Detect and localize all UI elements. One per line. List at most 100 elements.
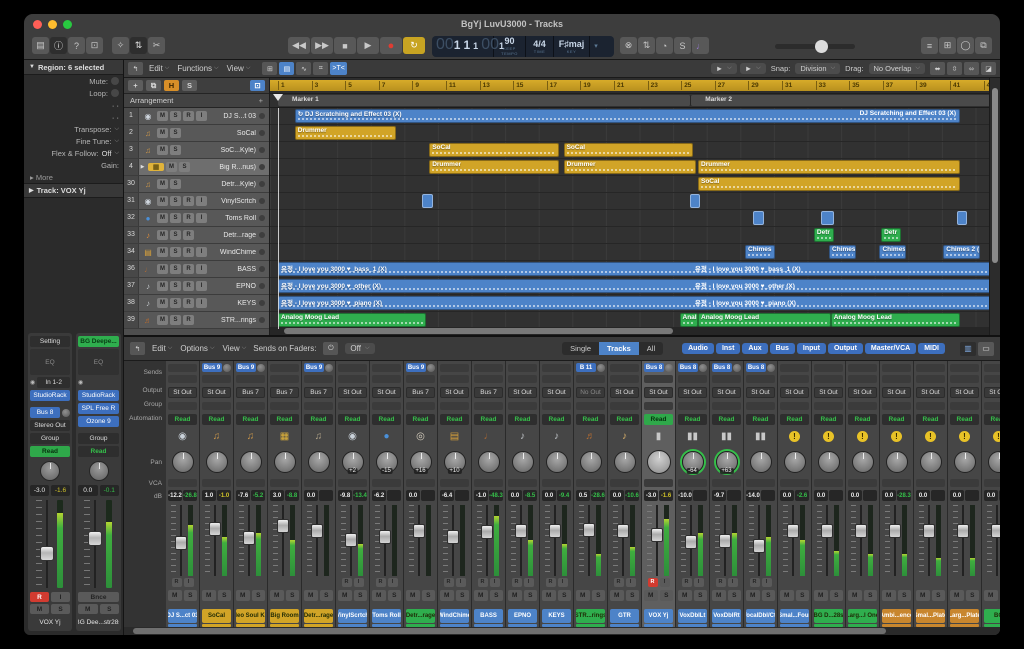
input-monitor-button[interactable]: I bbox=[196, 111, 207, 121]
send-slot[interactable] bbox=[440, 375, 469, 383]
arrangement-track-header[interactable]: Arrangement + bbox=[124, 94, 269, 108]
vca-slot[interactable] bbox=[270, 479, 299, 487]
sends-on-faders-power-icon[interactable]: ⏻ bbox=[323, 342, 338, 355]
group-slot[interactable] bbox=[678, 402, 707, 410]
automation-mode-button[interactable]: Read bbox=[440, 414, 469, 425]
track-name[interactable]: Toms Roll bbox=[209, 215, 259, 222]
solo-button[interactable]: S bbox=[388, 590, 402, 601]
automation-mode-button[interactable]: Read bbox=[678, 414, 707, 425]
fader-handle[interactable] bbox=[855, 524, 867, 538]
group-slot[interactable] bbox=[916, 402, 945, 410]
track-on-indicator[interactable] bbox=[259, 215, 265, 221]
solo-button[interactable]: S bbox=[286, 590, 300, 601]
mixer-channel-strip[interactable]: St OutRead●-15-6.2·RIMSToms Roll bbox=[370, 361, 404, 627]
solo-button[interactable]: S bbox=[170, 145, 181, 155]
forward-button[interactable]: ▶▶ bbox=[311, 37, 333, 54]
channel-fader[interactable] bbox=[508, 503, 537, 578]
group-slot[interactable] bbox=[406, 402, 435, 410]
region[interactable]: Analog Moog Lead bbox=[831, 313, 960, 327]
pan-knob[interactable] bbox=[40, 461, 60, 481]
pan-knob[interactable] bbox=[614, 451, 636, 473]
input-monitor-button[interactable]: I bbox=[490, 578, 500, 587]
secondary-tool-dropdown[interactable]: ►⌵ bbox=[740, 63, 766, 74]
vca-slot[interactable] bbox=[576, 479, 605, 487]
mute-button[interactable]: M bbox=[508, 590, 522, 601]
mute-button[interactable]: M bbox=[157, 281, 168, 291]
channel-name[interactable]: KEYS bbox=[542, 609, 571, 623]
record-enable-button[interactable]: R bbox=[183, 281, 194, 291]
channel-name[interactable]: VOX Yj bbox=[644, 609, 673, 623]
automation-mode-button[interactable]: Read bbox=[882, 414, 911, 425]
volume-readout[interactable]: 0.0 bbox=[780, 490, 794, 501]
output-selector[interactable]: St Out bbox=[712, 387, 741, 398]
send-slot[interactable] bbox=[270, 375, 299, 383]
vca-slot[interactable] bbox=[814, 479, 843, 487]
pan-knob[interactable] bbox=[308, 451, 330, 473]
output-selector[interactable]: St Out bbox=[746, 387, 775, 398]
track-lane[interactable] bbox=[270, 193, 989, 210]
duplicate-track-button[interactable]: ⧉ bbox=[146, 80, 161, 91]
region[interactable]: Chimes bbox=[829, 245, 856, 259]
volume-readout[interactable]: -10.0 bbox=[678, 490, 692, 501]
region[interactable]: Drummer bbox=[295, 126, 396, 140]
volume-readout[interactable]: 0.0 bbox=[814, 490, 828, 501]
pan-knob[interactable] bbox=[478, 451, 500, 473]
channel-name[interactable]: STR...rings bbox=[576, 609, 605, 623]
channel-fader[interactable] bbox=[542, 503, 571, 578]
group-slot[interactable] bbox=[712, 402, 741, 410]
pan-knob[interactable] bbox=[954, 451, 976, 473]
send-level-knob[interactable] bbox=[325, 364, 333, 372]
send-slot[interactable]: B 11 bbox=[576, 363, 596, 372]
output-selector[interactable]: St Out bbox=[882, 387, 911, 398]
tuner-icon[interactable]: ◔ bbox=[656, 37, 673, 54]
volume-readout[interactable]: 0.0 bbox=[542, 490, 556, 501]
solo-button[interactable]: S bbox=[422, 590, 436, 601]
mixer-channel-strip[interactable]: St OutRead!0.0·MSLarg...l One bbox=[846, 361, 880, 627]
fader-handle[interactable] bbox=[311, 524, 323, 538]
pan-knob[interactable] bbox=[852, 451, 874, 473]
insert-plugin-slot[interactable]: SPL Free R bbox=[78, 403, 119, 414]
vca-slot[interactable] bbox=[916, 479, 945, 487]
send-level-knob[interactable] bbox=[597, 364, 605, 372]
output-selector[interactable]: Bus 7 bbox=[474, 387, 503, 398]
region[interactable]: 유정 - I love you 3000 ♥_piano (X)유정 - I l… bbox=[278, 296, 989, 310]
mixer-channel-strip[interactable]: St OutRead◉-12.2-26.8RIMSDJ S...ct 03 bbox=[166, 361, 200, 627]
channel-fader[interactable] bbox=[882, 503, 911, 578]
zoom-lock-icon[interactable]: ◪ bbox=[981, 62, 996, 75]
input-monitor-button[interactable]: I bbox=[762, 578, 772, 587]
mute-button[interactable]: M bbox=[168, 590, 182, 601]
add-arrangement-marker-button[interactable]: + bbox=[259, 96, 263, 105]
region[interactable]: Drummer bbox=[698, 160, 960, 174]
send-slot[interactable] bbox=[882, 375, 911, 383]
send-slot[interactable] bbox=[474, 364, 503, 372]
volume-readout[interactable]: 3.0 bbox=[270, 490, 284, 501]
channel-setting-button[interactable]: Setting bbox=[30, 336, 70, 347]
input-monitor-button[interactable]: I bbox=[626, 578, 636, 587]
fader-handle[interactable] bbox=[413, 524, 425, 538]
fader-handle[interactable] bbox=[243, 531, 255, 545]
channel-fader[interactable] bbox=[916, 503, 945, 578]
vca-slot[interactable] bbox=[984, 479, 1000, 487]
fader-handle[interactable] bbox=[719, 534, 731, 548]
send-level-knob[interactable] bbox=[62, 409, 70, 417]
volume-readout[interactable]: -14.0 bbox=[746, 490, 760, 501]
automation-mode-button[interactable]: Read bbox=[576, 414, 605, 425]
output-selector[interactable]: No Out bbox=[576, 387, 605, 398]
mixer-channel-strip[interactable]: Bus 9Bus 7Read♫0.0·MSDetr...rage bbox=[302, 361, 336, 627]
track-on-indicator[interactable] bbox=[259, 249, 265, 255]
send-slot[interactable] bbox=[780, 364, 809, 372]
channel-name[interactable]: Ambi...ence bbox=[882, 609, 911, 623]
solo-button[interactable]: S bbox=[966, 590, 980, 601]
fader-handle[interactable] bbox=[209, 522, 221, 536]
track-lane[interactable]: 유정 - I love you 3000 ♥_other (X)유정 - I l… bbox=[270, 278, 989, 295]
send-slot[interactable] bbox=[950, 375, 979, 383]
channel-fader[interactable] bbox=[474, 503, 503, 578]
track-lane[interactable]: DrummerDrummerDrummer bbox=[270, 159, 989, 176]
solo-button[interactable]: S bbox=[170, 111, 181, 121]
menu-edit[interactable]: Edit⌵ bbox=[149, 64, 169, 73]
channel-name[interactable]: Neo Soul Kit bbox=[236, 609, 265, 623]
list-editors-icon[interactable]: ≡ bbox=[921, 37, 938, 54]
regions-view-icon[interactable]: ▤ bbox=[279, 62, 294, 75]
record-enable-button[interactable]: R bbox=[183, 213, 194, 223]
track-lane[interactable]: SoCal bbox=[270, 176, 989, 193]
